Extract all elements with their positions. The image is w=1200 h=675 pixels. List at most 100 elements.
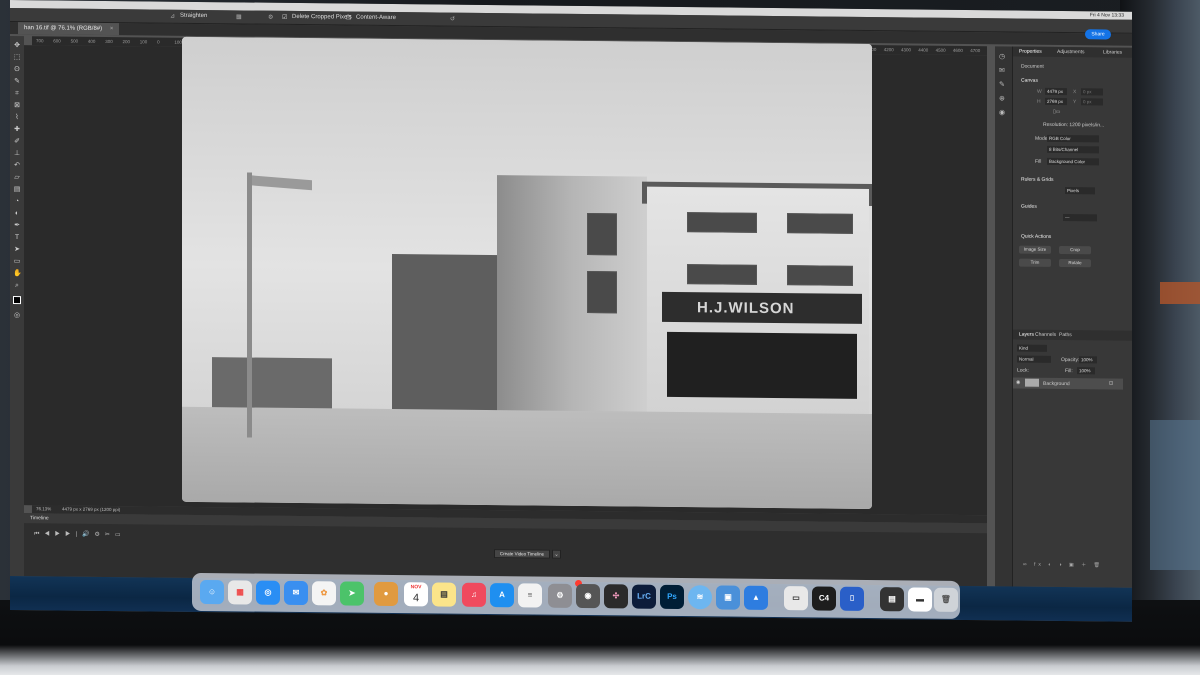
crop-tool-icon[interactable]: ⌗ xyxy=(13,90,21,98)
clone-stamp-tool-icon[interactable]: ⊥ xyxy=(13,150,21,158)
trash-icon[interactable]: 🗑 xyxy=(934,587,958,612)
tab-channels[interactable]: Channels xyxy=(1035,332,1056,338)
document-stack-icon[interactable]: ▬ xyxy=(908,587,932,612)
mail-icon[interactable]: ✉ xyxy=(284,580,308,606)
quick-select-tool-icon[interactable]: ✎ xyxy=(13,78,21,86)
reminders-icon[interactable]: ≡ xyxy=(518,583,542,608)
calendar-icon[interactable]: NOV 4 xyxy=(404,582,428,607)
preview-icon[interactable]: ◉ xyxy=(576,583,600,609)
rulers-grids-header[interactable]: Rulers & Grids xyxy=(1021,177,1054,183)
canvas-area[interactable]: H.J.WILSON xyxy=(32,36,987,516)
epson-scan-icon[interactable]: ⌷ xyxy=(840,586,864,611)
hand-tool-icon[interactable]: ✋ xyxy=(13,270,22,278)
brush-tool-icon[interactable]: ✐ xyxy=(13,138,21,146)
cinema4d-icon[interactable]: C4 xyxy=(812,586,836,611)
launchpad-icon[interactable]: ▦ xyxy=(228,580,252,605)
photoshop-icon[interactable]: Ps xyxy=(660,584,684,610)
path-select-tool-icon[interactable]: ➤ xyxy=(13,246,21,254)
create-video-timeline-button[interactable]: Create Video Timeline xyxy=(494,549,550,559)
tab-adjustments[interactable]: Adjustments xyxy=(1057,49,1085,55)
layers-footer-icons[interactable]: ∞ fx ◐ ◑ ▣ ＋ 🗑 xyxy=(1023,561,1103,569)
x-field[interactable]: 0 px xyxy=(1081,88,1103,96)
close-tab-icon[interactable]: × xyxy=(110,26,114,32)
settings-gear-icon[interactable]: ⚙ xyxy=(268,14,273,21)
zoom-level[interactable]: 76.13% xyxy=(36,506,51,511)
tab-libraries[interactable]: Libraries xyxy=(1103,49,1122,55)
davinci-resolve-icon[interactable]: ✣ xyxy=(604,584,628,609)
straighten-icon[interactable]: ⊿ xyxy=(170,13,175,20)
opacity-field[interactable]: 100% xyxy=(1079,356,1097,364)
comments-icon[interactable]: ✉ xyxy=(999,66,1008,75)
straighten-button[interactable]: Straighten xyxy=(180,13,207,19)
history-brush-tool-icon[interactable]: ↶ xyxy=(13,162,21,170)
lasso-tool-icon[interactable]: ʘ xyxy=(13,66,21,74)
blend-mode-select[interactable]: Normal xyxy=(1017,355,1051,363)
share-button[interactable]: Share xyxy=(1085,29,1111,40)
document-tab[interactable]: han 16.tif @ 76.1% (RGB/8#) × xyxy=(18,22,120,36)
quick-actions-header[interactable]: Quick Actions xyxy=(1021,234,1051,240)
pen-tool-icon[interactable]: ✒ xyxy=(13,222,21,230)
reset-icon[interactable]: ↺ xyxy=(450,16,455,23)
mode-select[interactable]: RGB Color xyxy=(1047,134,1099,143)
visibility-eye-icon[interactable]: ◉ xyxy=(1016,380,1020,386)
quick-mask-icon[interactable]: ◎ xyxy=(13,312,21,320)
finder-icon[interactable]: ☺ xyxy=(200,579,224,605)
healing-brush-tool-icon[interactable]: ✚ xyxy=(13,126,21,134)
color-icon[interactable]: ◉ xyxy=(999,108,1008,117)
tab-paths[interactable]: Paths xyxy=(1059,332,1072,338)
siri-icon[interactable]: ≋ xyxy=(688,585,712,610)
guides-header[interactable]: Guides xyxy=(1021,204,1037,210)
preview-edit-icon[interactable]: ▲ xyxy=(744,585,768,610)
fill-select[interactable]: Background Color xyxy=(1047,157,1099,166)
eyedropper-tool-icon[interactable]: ⌇ xyxy=(13,114,21,122)
chevron-down-icon[interactable]: ⌄ xyxy=(552,549,561,559)
canvas-section-header[interactable]: Canvas xyxy=(1021,78,1038,84)
lightroom-classic-icon[interactable]: LrC xyxy=(632,584,656,609)
fill-opacity-field[interactable]: 100% xyxy=(1077,367,1095,375)
app-store-icon[interactable]: A xyxy=(490,583,514,608)
tab-layers[interactable]: Layers xyxy=(1019,332,1034,338)
width-field[interactable]: 4479 px xyxy=(1045,87,1067,96)
brush-settings-icon[interactable]: ✎ xyxy=(999,80,1008,89)
trim-button[interactable]: Trim xyxy=(1019,258,1051,267)
zoom-tool-icon[interactable]: ⌕ xyxy=(13,282,21,290)
image-size-button[interactable]: Image Size xyxy=(1019,245,1051,254)
frame-tool-icon[interactable]: ⊠ xyxy=(13,102,21,110)
content-aware-checkbox[interactable]: ☐ xyxy=(346,15,351,22)
blur-tool-icon[interactable]: ◔ xyxy=(13,198,21,206)
tab-properties[interactable]: Properties xyxy=(1019,49,1042,55)
crop-button[interactable]: Crop xyxy=(1059,245,1091,255)
notes-icon[interactable]: ▤ xyxy=(432,582,456,607)
shape-tool-icon[interactable]: ▭ xyxy=(13,258,21,266)
gradient-tool-icon[interactable]: ▤ xyxy=(13,186,21,194)
maps-icon[interactable]: ➤ xyxy=(340,581,364,606)
safari-icon[interactable]: ◎ xyxy=(256,580,280,605)
height-field[interactable]: 2769 px xyxy=(1045,97,1067,106)
ruler-units-select[interactable]: Pixels xyxy=(1065,187,1095,195)
layer-filter-kind[interactable]: Kind xyxy=(1017,344,1047,352)
downloads-stack-icon[interactable]: ▤ xyxy=(880,587,904,612)
clone-source-icon[interactable]: ⊕ xyxy=(999,94,1008,103)
eraser-tool-icon[interactable]: ▱ xyxy=(13,174,21,182)
y-field[interactable]: 0 px xyxy=(1081,98,1103,106)
image-capture-icon[interactable]: ▣ xyxy=(716,585,740,610)
photos-icon[interactable]: ✿ xyxy=(312,581,336,606)
history-icon[interactable]: ◷ xyxy=(999,52,1008,61)
system-preferences-icon[interactable]: ⚙ xyxy=(548,583,572,608)
type-tool-icon[interactable]: T xyxy=(13,234,21,242)
playback-controls[interactable]: ⏮◀▶▶|🔊⚙✂▭ xyxy=(34,530,126,539)
bit-depth-select[interactable]: 8 Bits/Channel xyxy=(1047,145,1099,154)
rotate-button[interactable]: Rotate xyxy=(1059,258,1091,268)
delete-cropped-pixels-checkbox[interactable]: ☑ xyxy=(282,14,287,21)
marquee-tool-icon[interactable]: ⬚ xyxy=(13,54,21,62)
dodge-tool-icon[interactable]: ◐ xyxy=(13,210,21,218)
guides-color-select[interactable]: — xyxy=(1063,214,1097,222)
layer-row-background[interactable]: ◉ Background ⊡ xyxy=(1013,377,1123,390)
foreground-color-swatch[interactable] xyxy=(13,296,21,305)
move-tool-icon[interactable]: ✥ xyxy=(13,42,21,50)
grid-overlay-icon[interactable]: ▦ xyxy=(236,13,242,20)
scanner-icon[interactable]: ▭ xyxy=(784,586,808,611)
orientation-icon[interactable]: ▯▭ xyxy=(1053,109,1060,115)
app-icon[interactable]: ● xyxy=(374,581,398,607)
music-icon[interactable]: ♫ xyxy=(462,582,486,607)
